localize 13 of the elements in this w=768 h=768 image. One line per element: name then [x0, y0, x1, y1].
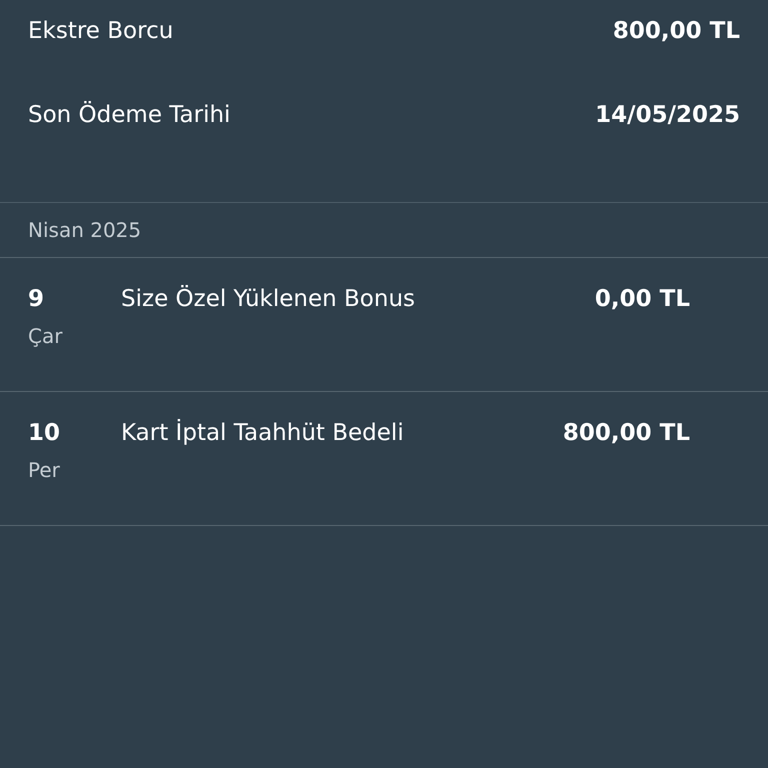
transaction-day: 9 — [28, 286, 121, 312]
summary-value: 800,00 TL — [612, 18, 740, 44]
transaction-amount: 0,00 TL — [594, 286, 690, 312]
transaction-amount: 800,00 TL — [562, 420, 690, 446]
transaction-day: 10 — [28, 420, 121, 446]
transaction-description: Size Özel Yüklenen Bonus — [121, 286, 416, 312]
summary-label: Son Ödeme Tarihi — [28, 102, 230, 128]
summary-label: Ekstre Borcu — [28, 18, 174, 44]
transaction-description: Kart İptal Taahhüt Bedeli — [121, 420, 405, 446]
summary-value: 14/05/2025 — [595, 102, 740, 128]
transaction-weekday: Çar — [28, 324, 64, 348]
month-header: Nisan 2025 — [28, 218, 142, 242]
transaction-weekday: Per — [28, 458, 61, 482]
